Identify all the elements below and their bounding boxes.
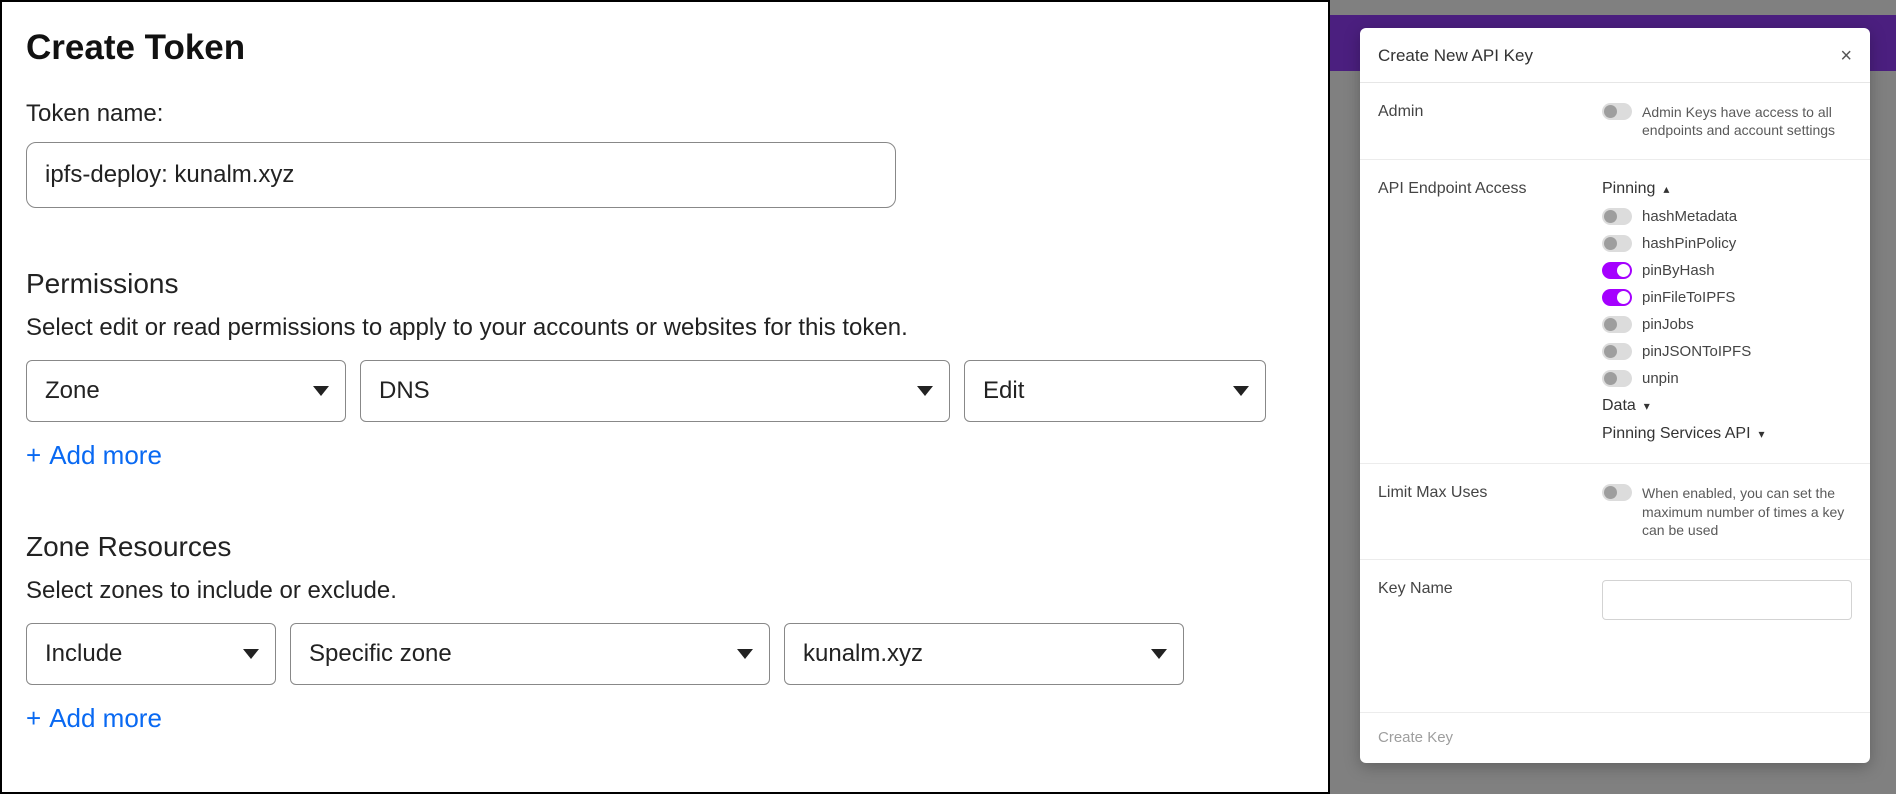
close-icon[interactable]: ×: [1840, 46, 1852, 66]
admin-label: Admin: [1378, 103, 1588, 139]
limit-uses-toggle[interactable]: [1602, 484, 1632, 501]
create-key-button[interactable]: Create Key: [1378, 729, 1453, 746]
permissions-row: Zone DNS Edit: [26, 360, 1304, 422]
key-name-input[interactable]: [1602, 580, 1852, 620]
endpoint-toggle-pinFileToIPFS[interactable]: [1602, 289, 1632, 306]
api-group-label: Data: [1602, 397, 1636, 415]
api-key-background: Create New API Key × Admin Admin Keys ha…: [1330, 0, 1896, 794]
zone-resources-title: Zone Resources: [26, 531, 1304, 563]
chevron-down-icon: [313, 386, 329, 396]
admin-row: Admin Admin Keys have access to all endp…: [1360, 83, 1870, 160]
endpoint-label: unpin: [1642, 370, 1679, 387]
endpoint-row: hashPinPolicy: [1602, 235, 1852, 252]
endpoint-toggle-pinJSONToIPFS[interactable]: [1602, 343, 1632, 360]
endpoint-row: unpin: [1602, 370, 1852, 387]
modal-header: Create New API Key ×: [1360, 28, 1870, 83]
api-group-label: Pinning Services API: [1602, 425, 1751, 443]
endpoint-label: pinFileToIPFS: [1642, 289, 1735, 306]
modal-title: Create New API Key: [1378, 46, 1533, 66]
perm-add-more-button[interactable]: + Add more: [26, 440, 1304, 471]
limit-uses-help: When enabled, you can set the maximum nu…: [1642, 484, 1852, 539]
chevron-down-icon: [737, 649, 753, 659]
key-name-row: Key Name: [1360, 560, 1870, 640]
api-group-pinning[interactable]: Pinning ▴: [1602, 180, 1852, 198]
zone-add-more-button[interactable]: + Add more: [26, 703, 1304, 734]
page-title: Create Token: [26, 28, 1304, 68]
token-name-input[interactable]: [26, 142, 896, 208]
zone-type-select[interactable]: Specific zone: [290, 623, 770, 685]
endpoint-label: pinJobs: [1642, 316, 1694, 333]
chevron-down-icon: [1233, 386, 1249, 396]
perm-product-value: DNS: [379, 377, 430, 405]
perm-level-value: Edit: [983, 377, 1024, 405]
api-access-label: API Endpoint Access: [1378, 180, 1588, 198]
perm-product-select[interactable]: DNS: [360, 360, 950, 422]
token-name-label: Token name:: [26, 100, 1304, 128]
admin-help: Admin Keys have access to all endpoints …: [1642, 103, 1852, 139]
modal-footer: Create Key: [1360, 712, 1870, 763]
chevron-down-icon: ▾: [1759, 427, 1765, 441]
plus-icon: +: [26, 440, 41, 471]
zone-mode-value: Include: [45, 640, 122, 668]
endpoint-toggle-pinByHash[interactable]: [1602, 262, 1632, 279]
endpoint-toggle-hashPinPolicy[interactable]: [1602, 235, 1632, 252]
limit-uses-label: Limit Max Uses: [1378, 484, 1588, 539]
api-access-row: API Endpoint Access Pinning ▴ hashMetadata…: [1360, 160, 1870, 464]
permissions-help: Select edit or read permissions to apply…: [26, 314, 1304, 342]
endpoint-label: hashPinPolicy: [1642, 235, 1736, 252]
admin-toggle[interactable]: [1602, 103, 1632, 120]
endpoint-row: pinFileToIPFS: [1602, 289, 1852, 306]
permissions-title: Permissions: [26, 268, 1304, 300]
perm-add-more-label: Add more: [49, 440, 162, 471]
create-api-key-modal: Create New API Key × Admin Admin Keys ha…: [1360, 28, 1870, 763]
zone-resources-help: Select zones to include or exclude.: [26, 577, 1304, 605]
perm-level-select[interactable]: Edit: [964, 360, 1266, 422]
api-group-data[interactable]: Data ▾: [1602, 397, 1852, 415]
endpoint-toggle-hashMetadata[interactable]: [1602, 208, 1632, 225]
chevron-down-icon: [917, 386, 933, 396]
endpoint-label: pinByHash: [1642, 262, 1715, 279]
endpoint-toggle-unpin[interactable]: [1602, 370, 1632, 387]
zone-resources-row: Include Specific zone kunalm.xyz: [26, 623, 1304, 685]
plus-icon: +: [26, 703, 41, 734]
endpoint-label: pinJSONToIPFS: [1642, 343, 1751, 360]
limit-uses-row: Limit Max Uses When enabled, you can set…: [1360, 464, 1870, 560]
endpoint-row: pinJSONToIPFS: [1602, 343, 1852, 360]
endpoint-row: pinJobs: [1602, 316, 1852, 333]
endpoint-toggle-pinJobs[interactable]: [1602, 316, 1632, 333]
chevron-down-icon: ▾: [1644, 399, 1650, 413]
key-name-label: Key Name: [1378, 580, 1588, 620]
chevron-down-icon: [1151, 649, 1167, 659]
modal-body: Admin Admin Keys have access to all endp…: [1360, 83, 1870, 712]
chevron-up-icon: ▴: [1663, 182, 1669, 196]
api-group-pinning-services-api[interactable]: Pinning Services API ▾: [1602, 425, 1852, 443]
endpoint-label: hashMetadata: [1642, 208, 1737, 225]
perm-scope-select[interactable]: Zone: [26, 360, 346, 422]
zone-type-value: Specific zone: [309, 640, 452, 668]
zone-add-more-label: Add more: [49, 703, 162, 734]
zone-mode-select[interactable]: Include: [26, 623, 276, 685]
chevron-down-icon: [243, 649, 259, 659]
zone-name-value: kunalm.xyz: [803, 640, 923, 668]
endpoint-row: hashMetadata: [1602, 208, 1852, 225]
create-token-panel: Create Token Token name: Permissions Sel…: [0, 0, 1330, 794]
api-group-label: Pinning: [1602, 180, 1655, 198]
endpoint-row: pinByHash: [1602, 262, 1852, 279]
perm-scope-value: Zone: [45, 377, 100, 405]
zone-name-select[interactable]: kunalm.xyz: [784, 623, 1184, 685]
